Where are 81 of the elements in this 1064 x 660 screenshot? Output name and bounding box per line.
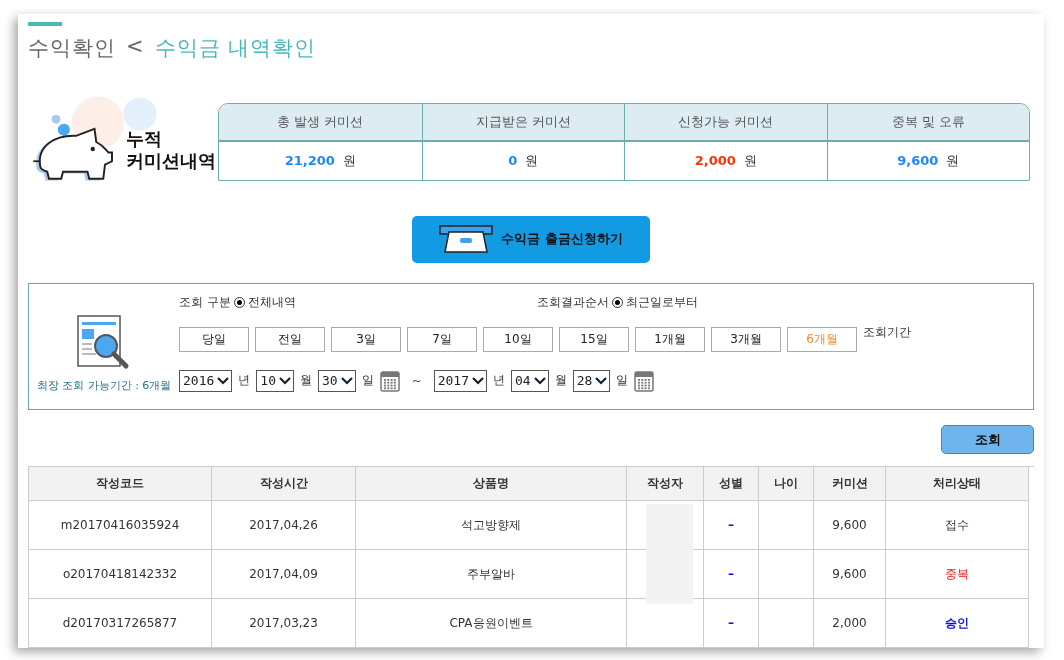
table-cell: 2,000	[832, 616, 867, 630]
table-cell: 2017,04,26	[249, 518, 318, 532]
summary-amount: 0	[508, 153, 518, 169]
summary-header: 총 발생 커미션	[219, 104, 422, 142]
chevron-down-icon	[217, 376, 230, 385]
withdraw-request-button[interactable]: 수익금 출금신청하기	[412, 216, 650, 263]
card-slot-icon	[439, 224, 494, 255]
filter-label: 조회결과순서	[537, 293, 609, 311]
calendar-icon[interactable]	[634, 369, 655, 392]
table-cell: CPA응원이벤트	[449, 614, 533, 632]
dropdown-select[interactable]: 30	[317, 369, 356, 392]
currency-unit: 원	[946, 152, 960, 170]
currency-unit: 원	[743, 152, 757, 170]
radio-label[interactable]: 최근일로부터	[626, 293, 698, 311]
table-cell: –	[728, 518, 734, 532]
table-cell: –	[728, 567, 734, 581]
dropdown-select[interactable]: 2016	[179, 369, 233, 392]
table-cell: o20170418142332	[62, 567, 178, 581]
table-cell: d20170317265877	[62, 616, 178, 630]
currency-unit: 원	[342, 152, 356, 170]
period-button[interactable]: 10일	[483, 326, 553, 352]
dropdown-select[interactable]: 04	[511, 369, 549, 392]
period-button[interactable]: 전일	[255, 326, 325, 352]
range-tilde: ~	[411, 373, 422, 388]
column-header: 상품명	[356, 467, 627, 501]
breadcrumb-separator: <	[126, 34, 145, 60]
table-cell: 석고방향제	[461, 516, 521, 534]
summary-amount: 21,200	[284, 153, 335, 169]
period-button[interactable]: 1개월	[635, 326, 705, 352]
table-cell: 주부알바	[467, 565, 515, 583]
column-header: 작성시간	[212, 467, 356, 501]
column-header: 작성코드	[29, 467, 212, 501]
unit-label: 일	[616, 372, 629, 390]
currency-unit: 원	[525, 152, 539, 170]
dropdown-select[interactable]: 28	[572, 369, 611, 392]
period-button[interactable]: 3일	[331, 326, 401, 352]
status-label: 승인	[945, 614, 969, 632]
max-period-note: 최장 조회 가능기간 : 6개월	[36, 378, 172, 393]
table-cell: –	[728, 616, 734, 630]
table-cell: 2017,03,23	[249, 616, 318, 630]
unit-label: 월	[299, 372, 312, 390]
unit-label: 년	[493, 372, 505, 390]
period-button[interactable]: 3개월	[711, 326, 781, 352]
table-cell: 9,600	[832, 567, 867, 581]
breadcrumb-parent[interactable]: 수익확인	[28, 34, 116, 62]
column-header: 작성자	[627, 467, 704, 501]
table-cell: 9,600	[832, 518, 867, 532]
filter-label: 조회 구분	[179, 293, 231, 311]
calendar-icon[interactable]	[379, 369, 400, 392]
status-label: 중복	[945, 565, 969, 583]
summary-label: 커미션내역	[126, 150, 216, 172]
period-button[interactable]: 15일	[559, 326, 629, 352]
summary-header: 신청가능 커미션	[624, 104, 827, 142]
summary-amount: 2,000	[694, 153, 736, 169]
summary-amount: 9,600	[897, 153, 939, 169]
column-header: 커미션	[814, 467, 886, 501]
chevron-down-icon	[278, 376, 291, 385]
period-button[interactable]: 7일	[407, 326, 477, 352]
dropdown-select[interactable]: 10	[256, 369, 294, 392]
chevron-down-icon	[595, 376, 608, 385]
unit-label: 월	[554, 372, 567, 390]
search-button[interactable]: 조회	[941, 425, 1034, 454]
chevron-down-icon	[472, 376, 484, 385]
column-header: 나이	[759, 467, 814, 501]
period-label: 조회기간	[863, 323, 911, 341]
table-cell: m20170416035924	[60, 518, 180, 532]
unit-label: 일	[361, 372, 374, 390]
unit-label: 년	[238, 372, 251, 390]
period-button[interactable]: 당일	[179, 326, 249, 352]
status-label: 접수	[945, 516, 969, 534]
chevron-down-icon	[533, 376, 546, 385]
dropdown-select[interactable]: 2017	[433, 369, 487, 392]
table-cell: 2017,04,09	[249, 567, 318, 581]
column-header: 처리상태	[886, 467, 1029, 501]
chevron-down-icon	[340, 376, 353, 385]
summary-label: 누적	[126, 128, 163, 150]
page-title: 수익금 내역확인	[154, 35, 317, 62]
summary-header: 중복 및 오류	[826, 104, 1029, 142]
summary-header: 지급받은 커미션	[421, 104, 624, 142]
column-header: 성별	[704, 467, 759, 501]
radio-label[interactable]: 전체내역	[247, 293, 296, 311]
